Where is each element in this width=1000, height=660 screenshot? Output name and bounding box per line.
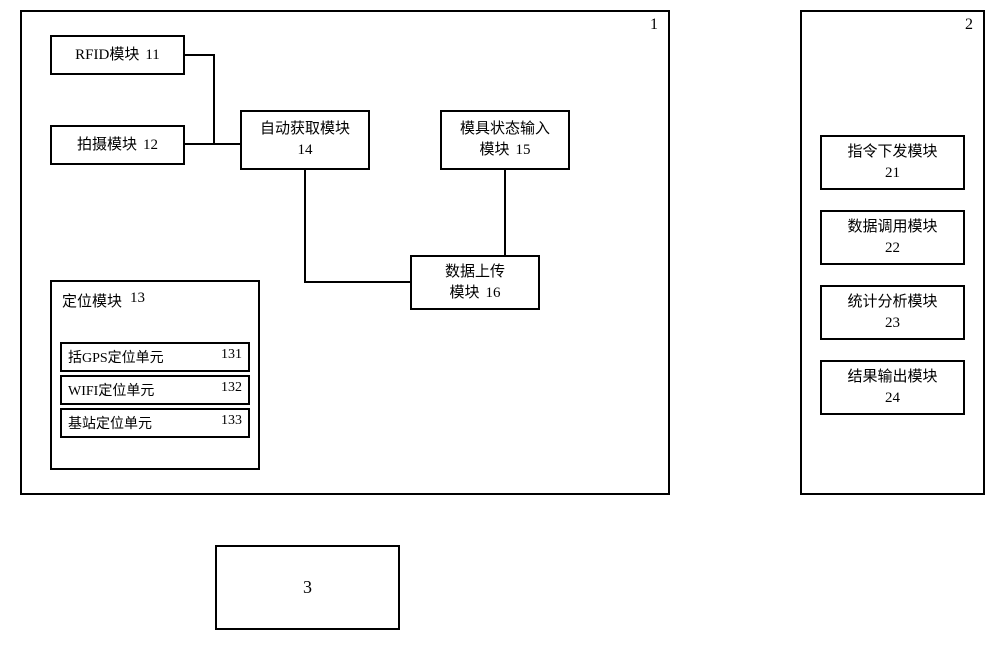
module-upload-text: 数据上传 [445,262,505,283]
container-2-label: 2 [965,16,973,34]
module-status: 模具状态输入 模块 15 [440,110,570,170]
module-data: 数据调用模块 22 [820,210,965,265]
module-position-header: 定位模块 13 [52,282,258,319]
module-upload-row2: 模块 16 [449,283,500,304]
connector-line [185,54,215,56]
module-camera-text: 拍摄模块 [77,135,137,156]
module-output: 结果输出模块 24 [820,360,965,415]
module-camera: 拍摄模块 12 [50,125,185,165]
connector-line [304,281,410,283]
unit-wifi: WIFI定位单元 132 [60,375,250,405]
unit-gps: 括GPS定位单元 131 [60,342,250,372]
module-auto-text: 自动获取模块 [260,119,350,140]
module-rfid: RFID模块 11 [50,35,185,75]
module-rfid-num: 11 [145,45,159,66]
unit-base: 基站定位单元 133 [60,408,250,438]
module-rfid-text: RFID模块 [75,45,139,66]
module-status-row2: 模块 15 [479,140,530,161]
block-3: 3 [215,545,400,630]
container-1-label: 1 [650,16,658,34]
connector-line [185,143,215,145]
module-cmd: 指令下发模块 21 [820,135,965,190]
module-stat: 统计分析模块 23 [820,285,965,340]
module-position: 定位模块 13 括GPS定位单元 131 WIFI定位单元 132 基站定位单元… [50,280,260,470]
block-3-label: 3 [303,575,312,600]
connector-line [304,170,306,283]
module-upload: 数据上传 模块 16 [410,255,540,310]
connector-line [213,54,215,145]
module-camera-num: 12 [143,135,158,156]
module-auto-num: 14 [298,140,313,161]
module-status-text: 模具状态输入 [460,119,550,140]
connector-line [504,170,506,255]
module-auto: 自动获取模块 14 [240,110,370,170]
connector-line [213,143,240,145]
